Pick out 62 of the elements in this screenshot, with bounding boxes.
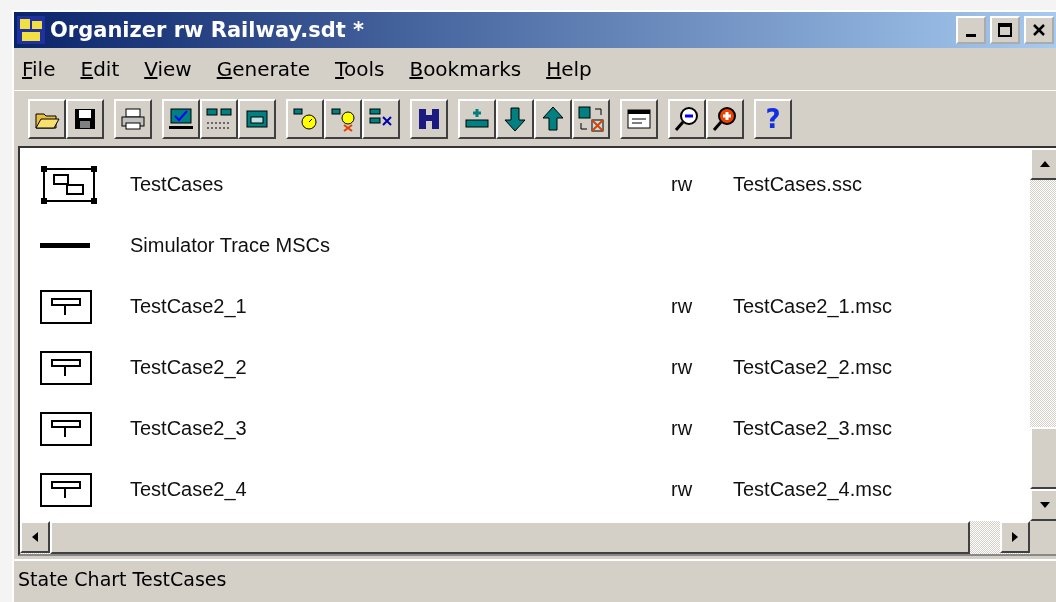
file-name: TestCase2_4.msc	[733, 478, 893, 501]
toolbar-button[interactable]	[286, 98, 324, 139]
menu-item[interactable]: View	[144, 57, 192, 81]
status-text: State Chart TestCases	[18, 568, 227, 590]
minimize-icon	[966, 34, 976, 37]
vertical-scrollbar[interactable]	[1030, 148, 1056, 521]
toolbar-button[interactable]	[324, 98, 362, 139]
down-arrow-icon	[501, 104, 529, 133]
menu-item[interactable]: Bookmarks	[409, 57, 522, 81]
swap-icon	[577, 104, 605, 133]
toolbar-button[interactable]	[410, 98, 448, 139]
toolbar-button[interactable]	[362, 98, 400, 139]
minimize-button[interactable]	[956, 16, 986, 44]
app-icon	[16, 15, 46, 45]
msc-icon	[40, 350, 92, 385]
access-mode: rw	[671, 295, 694, 318]
access-mode: rw	[671, 173, 694, 196]
menu-item[interactable]: Edit	[80, 57, 120, 81]
window-title: Organizer rw Railway.sdt *	[50, 18, 366, 42]
item-name[interactable]: TestCase2_1	[130, 295, 671, 318]
item-name[interactable]: TestCase2_4	[130, 478, 671, 501]
access-mode: rw	[671, 417, 694, 440]
file-name: TestCase2_2.msc	[733, 356, 893, 379]
toolbar-button[interactable]	[620, 98, 658, 139]
item-name[interactable]: TestCases	[130, 173, 671, 196]
toolbar-button[interactable]	[66, 98, 104, 139]
toolbar-button[interactable]	[114, 98, 152, 139]
file-name: TestCases.ssc	[733, 173, 863, 196]
msc-icon	[40, 289, 92, 324]
msc-icon	[40, 411, 92, 446]
menu-item[interactable]: Tools	[335, 57, 385, 81]
scroll-thumb[interactable]	[1030, 427, 1056, 489]
toolbar-button[interactable]	[668, 98, 706, 139]
close-icon	[1032, 23, 1046, 37]
toolbar-button[interactable]	[458, 98, 496, 139]
menu-item[interactable]: Generate	[216, 57, 311, 81]
menu-item[interactable]: Help	[546, 57, 592, 81]
toolbar-button[interactable]	[200, 98, 238, 139]
item-name[interactable]: Simulator Trace MSCs	[130, 234, 671, 257]
help-button[interactable]: ?	[754, 98, 792, 139]
zoom-in-icon	[711, 104, 739, 133]
toolbar-button[interactable]	[28, 98, 66, 139]
maximize-button[interactable]	[990, 16, 1020, 44]
file-name: TestCase2_3.msc	[733, 417, 893, 440]
toolbar-button[interactable]	[534, 98, 572, 139]
zoom-out-icon	[673, 104, 701, 133]
close-button[interactable]	[1024, 16, 1054, 44]
msc-icon	[40, 472, 92, 507]
toolbar-button[interactable]	[496, 98, 534, 139]
menu-item[interactable]: File	[22, 57, 56, 81]
maximize-icon	[997, 22, 1013, 38]
item-name[interactable]: TestCase2_3	[130, 417, 671, 440]
item-name[interactable]: TestCase2_2	[130, 356, 671, 379]
access-mode: rw	[671, 356, 694, 379]
toolbar-button[interactable]	[706, 98, 744, 139]
toolbar-button[interactable]	[238, 98, 276, 139]
up-arrow-icon	[539, 104, 567, 133]
toolbar-button[interactable]	[572, 98, 610, 139]
access-mode: rw	[671, 478, 694, 501]
toolbar-button[interactable]	[162, 98, 200, 139]
file-name: TestCase2_1.msc	[733, 295, 893, 318]
state-chart-icon	[40, 164, 98, 205]
